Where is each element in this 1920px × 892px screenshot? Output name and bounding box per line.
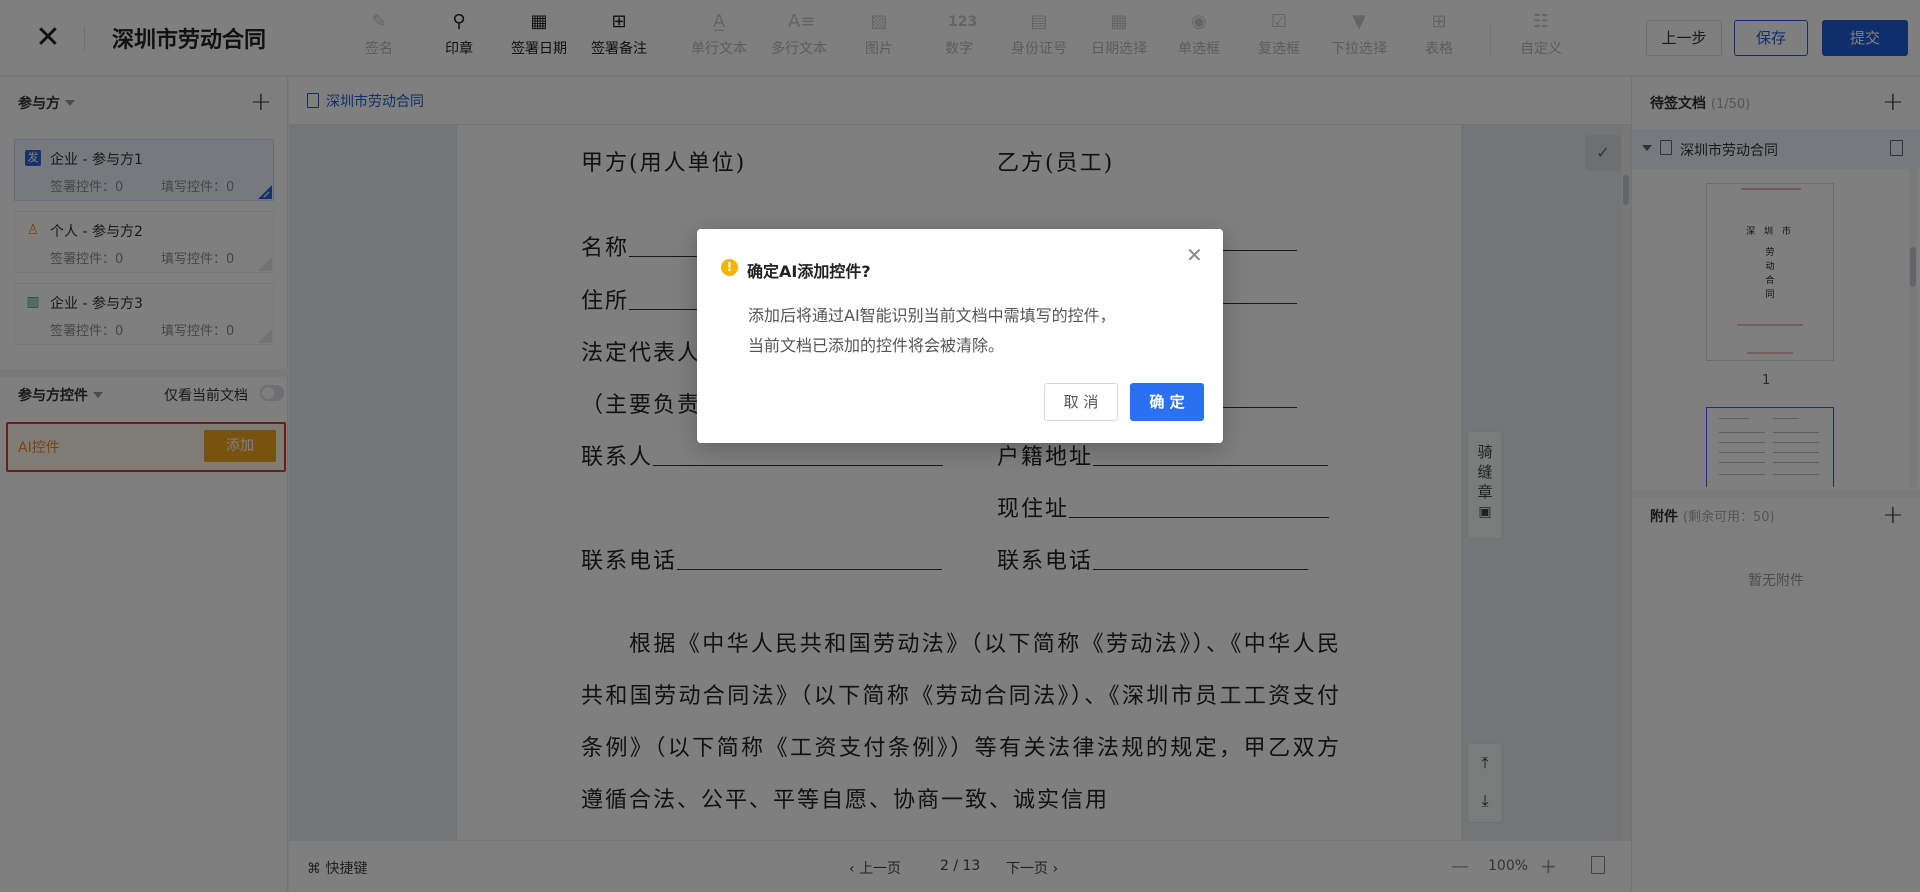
confirm-ai-dialog: ! 确定AI添加控件? ✕ 添加后将通过AI智能识别当前文档中需填写的控件， 当… — [697, 229, 1223, 443]
dialog-body-line: 当前文档已添加的控件将会被清除。 — [748, 336, 1005, 355]
close-icon[interactable]: ✕ — [1186, 245, 1203, 265]
warning-icon: ! — [721, 259, 738, 276]
cancel-button[interactable]: 取 消 — [1044, 383, 1118, 421]
confirm-button[interactable]: 确 定 — [1130, 383, 1204, 421]
modal-overlay[interactable] — [0, 0, 1920, 892]
dialog-body-line: 添加后将通过AI智能识别当前文档中需填写的控件， — [748, 306, 1116, 325]
dialog-body: 添加后将通过AI智能识别当前文档中需填写的控件， 当前文档已添加的控件将会被清除… — [748, 301, 1188, 361]
dialog-title: 确定AI添加控件? — [747, 262, 871, 281]
